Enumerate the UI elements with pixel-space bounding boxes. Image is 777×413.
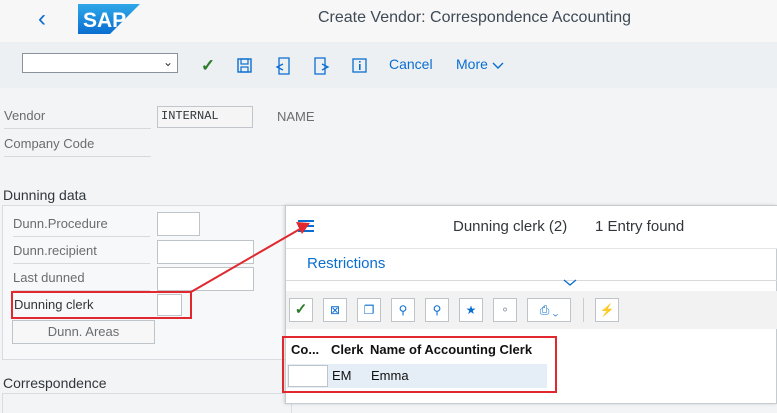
annotation-arrow — [190, 222, 310, 293]
